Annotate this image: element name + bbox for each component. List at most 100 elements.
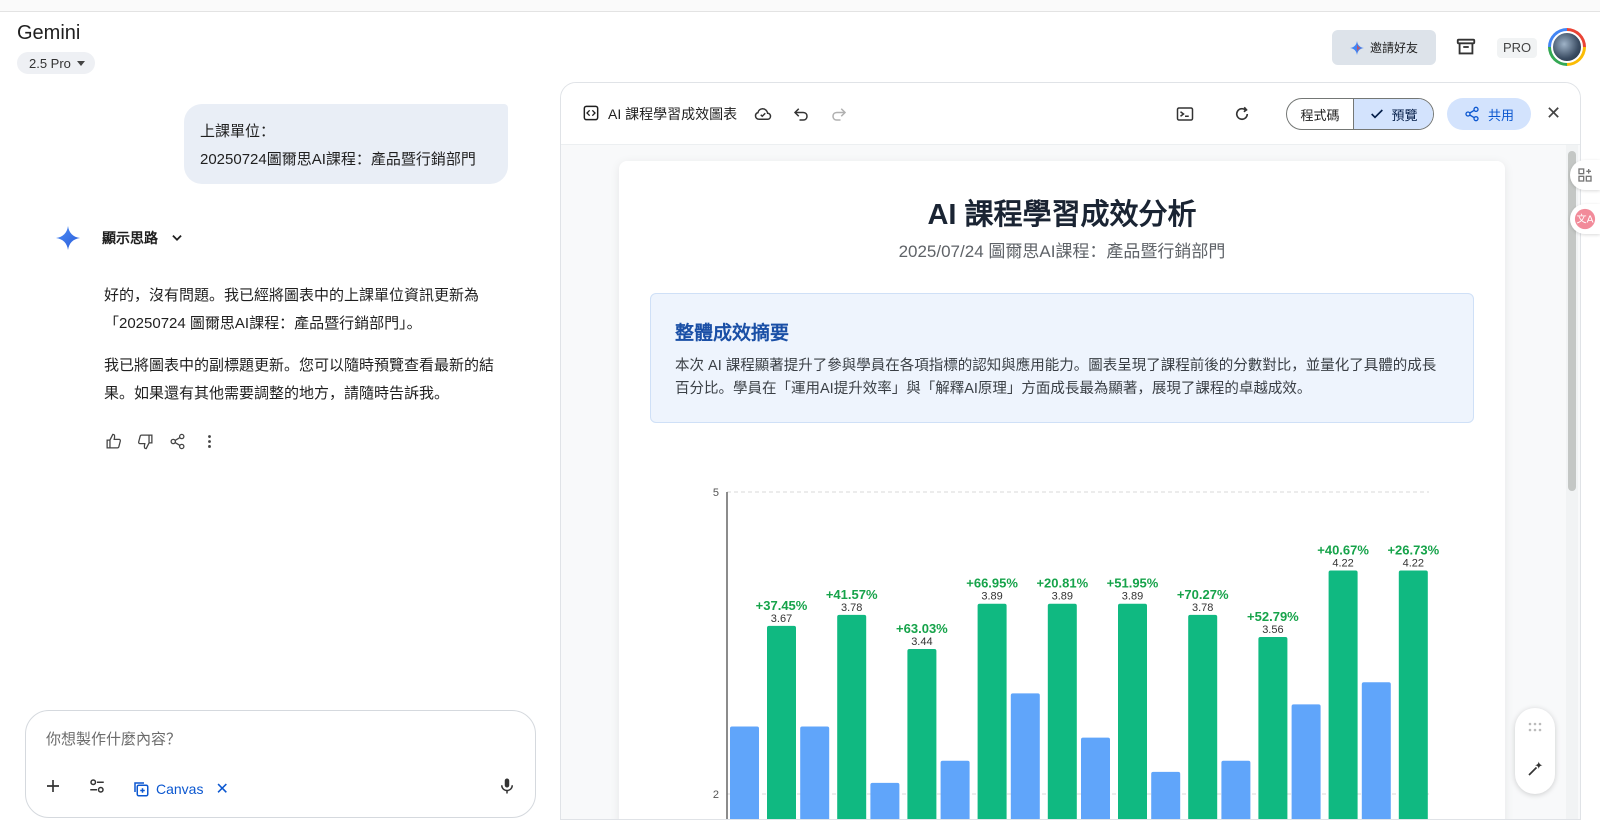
browser-top-edge: [0, 0, 1600, 12]
thoughts-label: 顯示思路: [102, 230, 158, 246]
user-message: 上課單位： 20250724圖爾思AI課程：產品暨行銷部門: [184, 104, 508, 184]
growth-label: +66.95%: [966, 576, 1018, 591]
scroll-thumb[interactable]: [1568, 151, 1576, 491]
canvas-icon: [134, 781, 149, 796]
refresh-icon[interactable]: [1233, 105, 1251, 123]
response-actions: [104, 432, 218, 450]
cloud-sync-icon[interactable]: [754, 105, 772, 123]
value-label: 3.78: [1192, 602, 1213, 614]
bar-after: [977, 603, 1007, 819]
share-label: 共用: [1487, 107, 1514, 123]
thumbs-up-icon[interactable]: [104, 432, 122, 450]
growth-label: +63.03%: [896, 621, 948, 636]
bar-chart: 253.67+37.45% 3.78+41.57%3.44+63.03%3.89+…: [713, 487, 1440, 819]
y-tick-label: 2: [713, 789, 719, 801]
tab-code[interactable]: 程式碼: [1287, 99, 1353, 129]
reply-paragraph: 我已將圖表中的副標題更新。您可以隨時預覽查看最新的結果。如果還有其他需要調整的地…: [104, 357, 495, 402]
canvas-label: Canvas: [156, 780, 204, 797]
sparkle-icon: [1349, 40, 1364, 55]
pro-badge: PRO: [1497, 38, 1538, 58]
growth-label: +40.67%: [1317, 543, 1369, 558]
drag-handle-icon[interactable]: [1528, 719, 1542, 737]
summary-box: 整體成效摘要 本次 AI 課程顯著提升了參與學員在各項指標的認知與應用能力。圖表…: [650, 293, 1474, 423]
tab-preview[interactable]: 預覽: [1353, 99, 1433, 129]
mic-icon[interactable]: [498, 777, 516, 800]
avatar[interactable]: [1548, 28, 1586, 66]
growth-label: +70.27%: [1177, 587, 1229, 602]
console-icon[interactable]: [1176, 105, 1194, 123]
bar-after: [1328, 570, 1358, 819]
caret-down-icon: [76, 60, 85, 66]
preview-label: 預覽: [1391, 107, 1418, 123]
app-title: Gemini: [17, 22, 81, 44]
summary-text: 本次 AI 課程顯著提升了參與學員在各項指標的認知與應用能力。圖表呈現了課程前後…: [675, 358, 1437, 397]
document-subtitle: 2025/07/24 圖爾思AI課程：產品暨行銷部門: [898, 242, 1226, 261]
canvas-chip[interactable]: Canvas ✕: [132, 779, 229, 799]
gemini-sparkle-icon: [56, 226, 80, 250]
svg-text:文A: 文A: [1577, 213, 1594, 226]
value-label: 3.56: [1262, 624, 1283, 636]
value-label: 3.89: [1052, 591, 1073, 603]
chevron-down-icon: [172, 235, 182, 241]
summary-heading: 整體成效摘要: [675, 323, 790, 344]
value-label: 3.89: [1122, 591, 1143, 603]
growth-label: +51.95%: [1107, 576, 1159, 591]
bar-after: [1258, 636, 1288, 819]
growth-label: +37.45%: [756, 598, 808, 613]
add-icon[interactable]: [44, 777, 62, 800]
invite-label: 邀請好友: [1369, 41, 1418, 55]
bar-before: [1291, 704, 1321, 819]
value-label: 4.22: [1403, 558, 1424, 570]
share-icon: [1465, 106, 1479, 122]
bar-before: [1151, 771, 1181, 819]
show-thoughts-toggle[interactable]: 顯示思路: [56, 226, 184, 250]
bar-before: [1361, 682, 1391, 819]
model-label: 2.5 Pro: [29, 55, 71, 71]
document-title: AI 課程學習成效圖表: [608, 106, 738, 122]
thumbs-down-icon[interactable]: [136, 432, 154, 450]
reply-paragraph: 好的，沒有問題。我已經將圖表中的上課單位資訊更新為「20250724 圖爾思AI…: [104, 287, 480, 332]
value-label: 3.67: [771, 613, 792, 625]
bar-before: [1081, 737, 1110, 819]
prompt-input[interactable]: [46, 731, 486, 748]
invite-friends-button[interactable]: 邀請好友: [1332, 30, 1436, 65]
translate-icon[interactable]: 文A: [1570, 204, 1600, 234]
check-icon: [1371, 109, 1384, 119]
bar-before: [730, 726, 759, 819]
share-icon[interactable]: [168, 432, 186, 450]
growth-label: +41.57%: [826, 587, 878, 602]
canvas-panel: AI 課程學習成效圖表 程式碼 預覽 共用 ✕ AI 課程學習成效分析 2025…: [560, 82, 1581, 820]
growth-label: +52.79%: [1247, 609, 1299, 624]
scrollbar[interactable]: [1566, 145, 1578, 819]
bar-before: [1010, 693, 1040, 819]
floating-tools: [1515, 708, 1555, 794]
tools-icon[interactable]: [88, 777, 106, 800]
bar-after: [837, 614, 867, 819]
user-message-line: 20250724圖爾思AI課程：產品暨行銷部門: [200, 151, 476, 168]
share-button[interactable]: 共用: [1447, 98, 1531, 130]
bar-after: [767, 625, 796, 819]
user-message-line: 上課單位：: [200, 123, 276, 140]
close-icon[interactable]: ✕: [215, 779, 228, 799]
value-label: 3.78: [841, 602, 862, 614]
more-vert-icon[interactable]: [200, 432, 218, 450]
document-heading: AI 課程學習成效分析: [927, 199, 1197, 231]
growth-label: +20.81%: [1036, 576, 1088, 591]
code-doc-icon: [583, 105, 599, 121]
prompt-composer: Canvas ✕: [25, 710, 536, 818]
view-toggle: 程式碼 預覽: [1286, 98, 1434, 130]
redo-icon[interactable]: [830, 105, 848, 123]
close-panel-icon[interactable]: ✕: [1546, 103, 1561, 124]
bar-after: [1398, 570, 1428, 819]
preview-document: AI 課程學習成效分析 2025/07/24 圖爾思AI課程：產品暨行銷部門 整…: [619, 161, 1505, 819]
ai-edit-icon[interactable]: [1526, 760, 1544, 783]
undo-icon[interactable]: [792, 105, 810, 123]
bar-before: [940, 760, 970, 819]
side-apps-icon[interactable]: [1570, 160, 1600, 190]
y-tick-label: 5: [713, 487, 719, 499]
archive-icon[interactable]: [1455, 36, 1477, 58]
model-selector[interactable]: 2.5 Pro: [17, 52, 95, 74]
bar-before: [870, 782, 900, 819]
growth-label: +26.73%: [1387, 543, 1439, 558]
assistant-reply: 好的，沒有問題。我已經將圖表中的上課單位資訊更新為「20250724 圖爾思AI…: [104, 282, 514, 422]
